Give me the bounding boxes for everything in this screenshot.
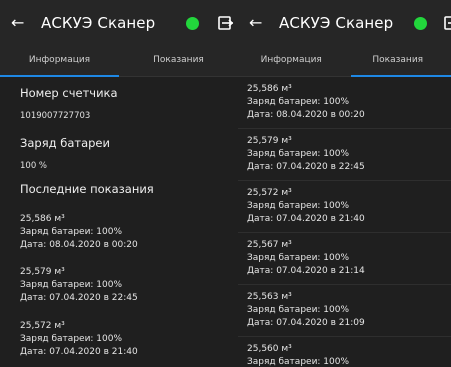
list-item[interactable]: 25,586 м³ Заряд батареи: 100% Дата: 08.0… [238,77,451,129]
reading-battery: Заряд батареи: 100% [247,357,350,367]
reading-battery: Заряд батареи: 100% [247,253,350,263]
app-title: АСКУЭ Сканер [41,14,156,32]
reading-value: 25,563 м³ [247,292,292,302]
tab-bar: Информация Показания [0,46,238,77]
active-tab-indicator [0,75,119,77]
back-arrow-icon[interactable]: ← [249,15,263,31]
reading-value: 25,579 м³ [247,136,292,146]
reading-date: Дата: 07.04.2020 в 21:40 [247,214,365,224]
meter-number-label: Номер счетчика [20,86,118,100]
app-bar: ← АСКУЭ Сканер [0,0,238,46]
battery-label: Заряд батареи [20,136,110,150]
list-item[interactable]: 25,579 м³ Заряд батареи: 100% Дата: 07.0… [238,129,451,181]
reading-item: 25,579 м³ Заряд батареи: 100% Дата: 07.0… [0,266,138,305]
reading-battery: Заряд батареи: 100% [247,97,350,107]
exit-icon[interactable] [442,14,451,32]
reading-value: 25,567 м³ [247,240,292,250]
reading-item: 25,586 м³ Заряд батареи: 100% Дата: 08.0… [0,213,138,252]
battery-value: 100 % [20,161,48,171]
reading-battery: Заряд батареи: 100% [247,305,350,315]
reading-battery: Заряд батареи: 100% [20,227,123,237]
reading-value: 25,579 м³ [20,267,65,277]
info-screen: ← АСКУЭ Сканер Информация Показания Номе… [0,0,238,367]
reading-date: Дата: 08.04.2020 в 00:20 [20,240,138,250]
reading-value: 25,586 м³ [20,214,65,224]
tab-readings[interactable]: Показания [345,46,451,76]
reading-battery: Заряд батареи: 100% [247,201,350,211]
tab-info[interactable]: Информация [0,46,119,76]
reading-battery: Заряд батареи: 100% [247,149,350,159]
reading-date: Дата: 07.04.2020 в 21:14 [247,266,365,276]
reading-date: Дата: 07.04.2020 в 21:40 [20,347,138,357]
list-item[interactable]: 25,563 м³ Заряд батареи: 100% Дата: 07.0… [238,285,451,337]
list-item[interactable]: 25,567 м³ Заряд батареи: 100% Дата: 07.0… [238,233,451,285]
connection-status-icon [186,17,199,30]
tab-readings[interactable]: Показания [119,46,238,76]
reading-item: 25,572 м³ Заряд батареи: 100% Дата: 07.0… [0,320,138,359]
app-title: АСКУЭ Сканер [279,14,394,32]
readings-screen: ← АСКУЭ Сканер Информация Показания 25,5… [238,0,451,367]
readings-list: 25,586 м³ Заряд батареи: 100% Дата: 08.0… [238,77,451,367]
reading-value: 25,560 м³ [247,344,292,354]
reading-date: Дата: 07.04.2020 в 22:45 [20,293,138,303]
meter-number-value: 1019007727703 [20,111,91,121]
reading-battery: Заряд батареи: 100% [20,280,123,290]
connection-status-icon [414,17,427,30]
tab-bar: Информация Показания [238,46,451,77]
tab-info[interactable]: Информация [238,46,345,76]
app-bar: ← АСКУЭ Сканер [238,0,451,46]
reading-date: Дата: 08.04.2020 в 00:20 [247,110,365,120]
reading-value: 25,572 м³ [247,188,292,198]
reading-date: Дата: 07.04.2020 в 21:09 [247,318,365,328]
reading-value: 25,586 м³ [247,84,292,94]
exit-icon[interactable] [216,14,234,32]
reading-battery: Заряд батареи: 100% [20,334,123,344]
list-item[interactable]: 25,560 м³ Заряд батареи: 100% [238,337,451,367]
reading-value: 25,572 м³ [20,321,65,331]
back-arrow-icon[interactable]: ← [11,15,25,31]
reading-date: Дата: 07.04.2020 в 22:45 [247,162,365,172]
list-item[interactable]: 25,572 м³ Заряд батареи: 100% Дата: 07.0… [238,181,451,233]
last-readings-label: Последние показания [20,182,154,196]
active-tab-indicator [351,75,451,77]
